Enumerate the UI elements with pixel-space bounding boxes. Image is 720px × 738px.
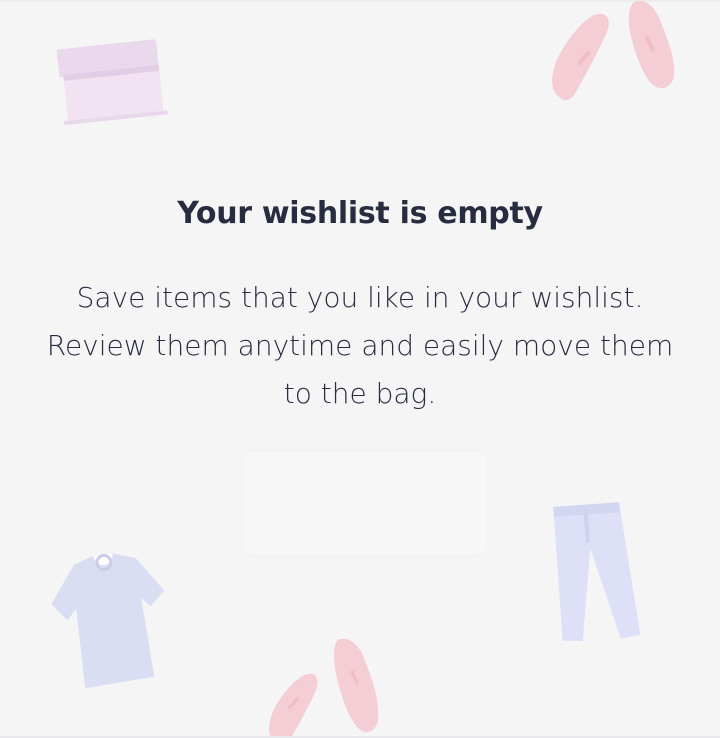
empty-wishlist-title: Your wishlist is empty [177,196,543,231]
wishlist-empty-screen: Your wishlist is empty Save items that y… [0,0,720,738]
shirt-icon [52,550,172,690]
box-icon [50,30,172,130]
sneakers-icon [262,636,392,738]
empty-wishlist-message: Save items that you like in your wishlis… [46,281,674,410]
trousers-icon [546,498,646,648]
shoes-icon [542,0,692,120]
continue-shopping-button[interactable] [244,452,486,554]
